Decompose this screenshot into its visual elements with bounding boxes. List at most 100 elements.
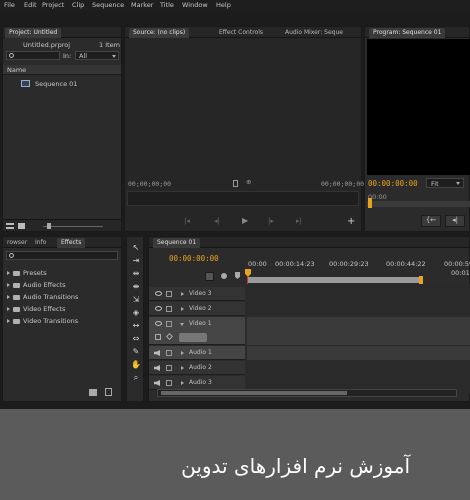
lock-icon[interactable]: [166, 321, 172, 327]
list-item[interactable]: Video Transitions: [7, 317, 119, 329]
tab-sequence[interactable]: Sequence 01: [153, 238, 201, 248]
menu-edit[interactable]: Edit: [24, 1, 37, 9]
tab-effects[interactable]: Effects: [57, 238, 86, 248]
timeline-scrollbar[interactable]: [157, 389, 457, 397]
add-button-icon[interactable]: +: [347, 216, 355, 227]
zoom-tool-icon[interactable]: ⌕: [130, 373, 142, 383]
tab-media-browser[interactable]: rowser: [3, 238, 31, 248]
track-audio-2[interactable]: Audio 2: [149, 361, 245, 375]
source-timecode-in[interactable]: 00;00;00;00: [128, 180, 171, 188]
lock-icon[interactable]: [166, 350, 172, 356]
list-item[interactable]: Video Effects: [7, 305, 119, 317]
list-item[interactable]: Sequence 01: [21, 79, 117, 89]
visibility-icon[interactable]: [155, 321, 162, 326]
trim-button[interactable]: {←: [421, 215, 441, 227]
lock-icon[interactable]: [166, 306, 172, 312]
menu-help[interactable]: Help: [216, 1, 231, 9]
lock-icon[interactable]: [166, 380, 172, 386]
effects-list: Presets Audio Effects Audio Transitions …: [7, 269, 119, 329]
zoom-slider-handle[interactable]: [47, 223, 51, 229]
marker-icon[interactable]: [233, 180, 238, 187]
zoom-slider[interactable]: [43, 226, 103, 227]
menu-clip[interactable]: Clip: [72, 1, 84, 9]
search-input[interactable]: [6, 51, 60, 60]
snap-icon[interactable]: [205, 272, 214, 281]
tab-program[interactable]: Program: Sequence 01: [369, 28, 446, 38]
tab-effect-controls[interactable]: Effect Controls: [215, 28, 267, 38]
in-select[interactable]: All: [75, 51, 119, 60]
step-back-button[interactable]: ◂|: [445, 215, 465, 227]
new-bin-icon[interactable]: [89, 389, 97, 396]
menu-window[interactable]: Window: [182, 1, 208, 9]
list-view-icon[interactable]: [6, 223, 14, 229]
display-style-icon[interactable]: [155, 334, 161, 340]
tab-audio-mixer[interactable]: Audio Mixer: Seque: [281, 28, 347, 38]
speaker-icon[interactable]: [154, 350, 160, 356]
track-area[interactable]: [247, 284, 470, 394]
timeline-timecode[interactable]: 00:00:00:00: [169, 254, 219, 263]
menu-sequence[interactable]: Sequence: [92, 1, 124, 9]
hand-tool-icon[interactable]: ✋: [130, 360, 142, 370]
expand-icon[interactable]: [181, 292, 184, 296]
work-area-bar[interactable]: [247, 276, 423, 284]
frame-forward-icon[interactable]: |▸: [268, 217, 274, 225]
track-video-1[interactable]: Video 1: [149, 317, 245, 345]
icon-view-icon[interactable]: [18, 223, 25, 229]
list-item[interactable]: Audio Effects: [7, 281, 119, 293]
step-forward-icon[interactable]: ▸|: [296, 217, 302, 225]
play-icon[interactable]: ▶: [242, 216, 248, 225]
set-marker-icon[interactable]: [221, 273, 227, 279]
expand-icon[interactable]: [181, 351, 184, 355]
visibility-icon[interactable]: [155, 306, 162, 311]
menu-title[interactable]: Title: [160, 1, 174, 9]
track-video-3[interactable]: Video 3: [149, 287, 245, 301]
effects-search-input[interactable]: [6, 251, 118, 260]
column-header[interactable]: Name: [3, 65, 121, 75]
keyframe-icon[interactable]: [165, 332, 174, 341]
track-video-2[interactable]: Video 2: [149, 302, 245, 316]
rate-stretch-tool-icon[interactable]: ⇲: [130, 295, 142, 305]
track-audio-1[interactable]: Audio 1: [149, 346, 245, 360]
menu-marker[interactable]: Marker: [131, 1, 153, 9]
tab-source[interactable]: Source: (no clips): [129, 28, 190, 38]
trim-icon[interactable]: ⊕: [246, 178, 251, 186]
source-timecode-out[interactable]: 00;00;00;00: [321, 180, 364, 188]
expand-icon[interactable]: [181, 307, 184, 311]
collapse-icon[interactable]: [180, 323, 184, 326]
playhead-marker[interactable]: [245, 269, 251, 277]
timeline-ruler[interactable]: 00:00 00:00:14:23 00:00:29:23 00:00:44:2…: [247, 259, 470, 277]
scrollbar-thumb[interactable]: [161, 391, 347, 395]
slide-tool-icon[interactable]: ⇔: [130, 334, 142, 344]
source-timeline-bar[interactable]: [127, 191, 359, 206]
tab-project[interactable]: Project: Untitled: [5, 28, 62, 38]
trash-icon[interactable]: [105, 388, 112, 396]
fit-select[interactable]: Fit: [426, 178, 464, 188]
speaker-icon[interactable]: [154, 380, 160, 386]
encore-marker-icon[interactable]: [235, 272, 240, 279]
pen-tool-icon[interactable]: ✎: [130, 347, 142, 357]
lock-icon[interactable]: [166, 365, 172, 371]
razor-tool-icon[interactable]: ◈: [130, 308, 142, 318]
list-item[interactable]: Presets: [7, 269, 119, 281]
selection-tool-icon[interactable]: ↖: [130, 243, 142, 253]
track-audio-3[interactable]: Audio 3: [149, 376, 245, 390]
menu-file[interactable]: File: [4, 1, 15, 9]
track-select-tool-icon[interactable]: ⇥: [130, 256, 142, 266]
ripple-edit-tool-icon[interactable]: ⇹: [130, 269, 142, 279]
speaker-icon[interactable]: [154, 365, 160, 371]
frame-back-icon[interactable]: ◂|: [214, 217, 220, 225]
program-ruler[interactable]: [367, 198, 470, 208]
tab-info[interactable]: Info: [31, 238, 50, 248]
playhead-marker[interactable]: [368, 198, 372, 208]
list-item[interactable]: Audio Transitions: [7, 293, 119, 305]
step-back-icon[interactable]: |◂: [184, 217, 190, 225]
program-timecode[interactable]: 00:00:00:00: [368, 179, 418, 188]
rolling-edit-tool-icon[interactable]: ⇼: [130, 282, 142, 292]
expand-icon[interactable]: [181, 381, 184, 385]
expand-icon[interactable]: [181, 366, 184, 370]
menu-project[interactable]: Project: [42, 1, 64, 9]
lock-icon[interactable]: [166, 291, 172, 297]
visibility-icon[interactable]: [155, 291, 162, 296]
slip-tool-icon[interactable]: ↔: [130, 321, 142, 331]
work-area-handle[interactable]: [419, 276, 423, 284]
